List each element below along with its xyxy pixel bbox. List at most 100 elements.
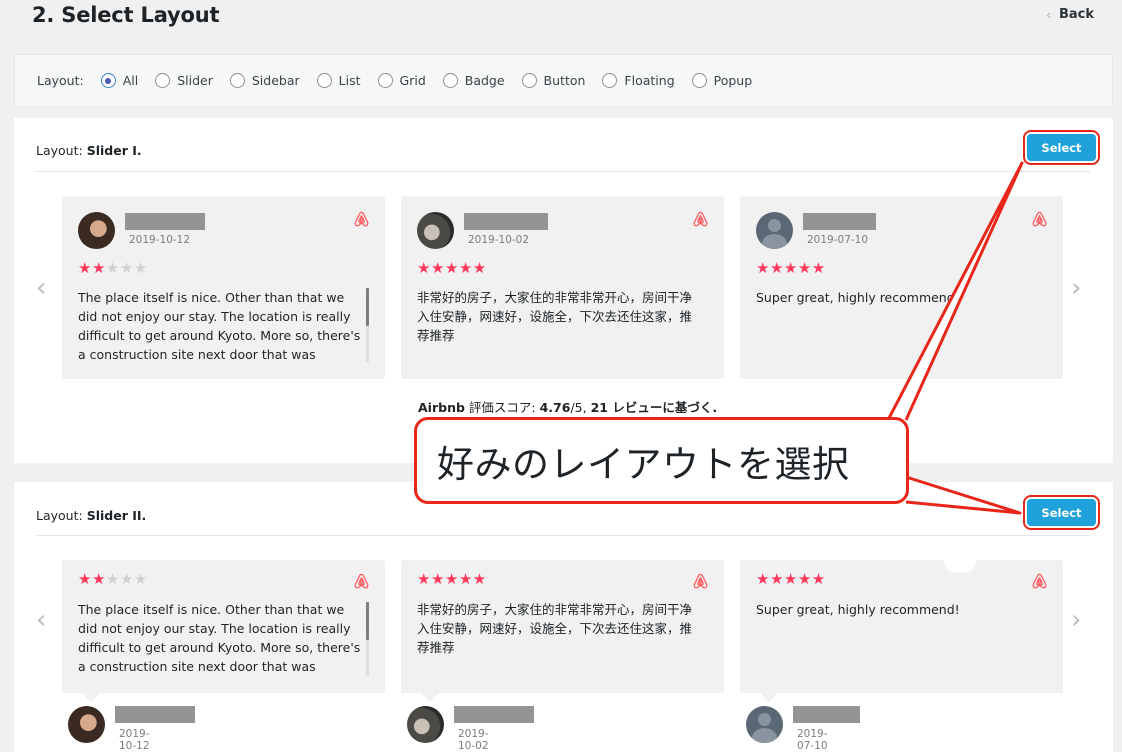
avatar-placeholder — [746, 706, 783, 743]
filter-option-list[interactable]: List — [316, 73, 361, 88]
rating-suffix: レビューに基づく. — [607, 400, 718, 415]
airbnb-icon — [1032, 211, 1047, 227]
airbnb-icon — [693, 211, 708, 227]
review-card: 2019-07-10 ★★★★★ Super great, highly rec… — [740, 196, 1063, 379]
review-text: The place itself is nice. Other than tha… — [78, 290, 361, 362]
filter-option-label: Grid — [399, 73, 426, 88]
filter-option-label: Floating — [624, 73, 675, 88]
avatar-placeholder — [756, 212, 793, 249]
reviewer-name-redacted — [125, 213, 205, 230]
rating-out-of: /5, — [570, 400, 591, 415]
avatar — [78, 212, 115, 249]
review-date: 2019-10-02 — [468, 234, 530, 246]
filter-option-popup[interactable]: Popup — [691, 73, 753, 88]
filter-option-sidebar[interactable]: Sidebar — [229, 73, 300, 88]
rating-summary: Airbnb 評価スコア: 4.76/5, 21 レビューに基づく. — [418, 397, 717, 416]
reviewer-name-redacted — [803, 213, 876, 230]
filter-option-label: Sidebar — [251, 73, 300, 88]
rating-brand: Airbnb — [418, 400, 465, 415]
radio-grid[interactable] — [377, 73, 393, 88]
back-link[interactable]: ‹ Back — [1046, 7, 1094, 22]
review-text: The place itself is nice. Other than tha… — [78, 602, 361, 674]
radio-list[interactable] — [316, 73, 332, 88]
filter-option-button[interactable]: Button — [521, 73, 585, 88]
avatar — [417, 212, 454, 249]
filter-option-label: Slider — [177, 73, 213, 88]
star-rating: ★★★★★ — [417, 570, 487, 588]
radio-floating[interactable] — [602, 73, 618, 88]
review-text: 非常好的房子，大家住的非常非常开心，房间干净入住安静，网速好，设施全，下次去还住… — [417, 602, 693, 655]
review-card: 2019-10-12 ★★★★★ The place itself is nic… — [62, 196, 385, 379]
review-date: 2019-10-12 — [129, 234, 191, 246]
star-rating: ★★★★★ — [417, 259, 487, 277]
star-rating: ★★★★★ — [756, 570, 826, 588]
radio-popup[interactable] — [691, 73, 707, 88]
page-title: 2. Select Layout — [32, 3, 220, 27]
review-card: ★★★★★ 非常好的房子，大家住的非常非常开心，房间干净入住安静，网速好，设施全… — [401, 560, 724, 693]
airbnb-icon — [354, 573, 369, 589]
card-tail — [760, 693, 778, 702]
scrollbar[interactable] — [366, 288, 369, 326]
callout-annotation: 好みのレイアウトを選択 — [414, 417, 909, 504]
rating-count: 21 — [590, 400, 608, 415]
reviewer-name-redacted — [115, 706, 195, 723]
review-date: 2019-10-02 — [458, 728, 489, 752]
star-rating: ★★★★★ — [78, 259, 148, 277]
airbnb-icon — [1032, 573, 1047, 589]
radio-button[interactable] — [521, 73, 537, 88]
slider-prev-arrow[interactable]: ‹ — [36, 605, 46, 635]
panel-label-name: Slider I. — [86, 143, 142, 158]
avatar — [407, 706, 444, 743]
review-card: ★★★★★ The place itself is nice. Other th… — [62, 560, 385, 693]
filter-option-all[interactable]: All — [100, 73, 139, 88]
callout-text: 好みのレイアウトを選択 — [437, 442, 850, 486]
reviewer-name-redacted — [793, 706, 860, 723]
filter-option-grid[interactable]: Grid — [377, 73, 426, 88]
radio-badge[interactable] — [442, 73, 458, 88]
review-card: 2019-10-02 ★★★★★ 非常好的房子，大家住的非常非常开心，房间干净入… — [401, 196, 724, 379]
rating-label: 評価スコア: — [464, 400, 540, 415]
panel-label-prefix: Layout: — [36, 143, 83, 158]
filter-option-slider[interactable]: Slider — [155, 73, 213, 88]
filter-option-label: List — [338, 73, 361, 88]
airbnb-icon — [693, 573, 708, 589]
panel-label-prefix: Layout: — [36, 508, 83, 523]
filter-option-floating[interactable]: Floating — [602, 73, 675, 88]
slider-next-arrow[interactable]: › — [1071, 273, 1081, 303]
filter-option-label: Badge — [464, 73, 505, 88]
card-tail — [421, 693, 439, 702]
review-text: Super great, highly recommend! — [756, 602, 960, 617]
reviewer-name-redacted — [454, 706, 534, 723]
panel-label-name: Slider II. — [86, 508, 147, 523]
panel-label: Layout: Slider II. — [36, 508, 146, 523]
divider — [36, 535, 1090, 536]
filter-option-label: All — [122, 73, 139, 88]
avatar — [68, 706, 105, 743]
select-button[interactable]: Select — [1023, 495, 1100, 530]
reviewer-name-redacted — [464, 213, 548, 230]
layout-panel-slider-2: Layout: Slider II. Select ‹ › ★★★★★ The … — [14, 482, 1113, 752]
panel-label: Layout: Slider I. — [36, 143, 142, 158]
star-rating: ★★★★★ — [78, 570, 148, 588]
airbnb-icon — [354, 211, 369, 227]
scrollbar[interactable] — [366, 602, 369, 640]
filter-option-label: Popup — [713, 73, 753, 88]
slider-next-arrow[interactable]: › — [1071, 605, 1081, 635]
radio-all[interactable] — [100, 73, 116, 88]
divider — [36, 171, 1090, 172]
slider-prev-arrow[interactable]: ‹ — [36, 273, 46, 303]
review-date: 2019-07-10 — [797, 728, 828, 752]
review-text: 非常好的房子，大家住的非常非常开心，房间干净入住安静，网速好，设施全，下次去还住… — [417, 290, 693, 343]
filter-option-badge[interactable]: Badge — [442, 73, 505, 88]
review-date: 2019-07-10 — [807, 234, 869, 246]
back-label: Back — [1058, 7, 1094, 22]
radio-sidebar[interactable] — [229, 73, 245, 88]
rating-score: 4.76 — [539, 400, 571, 415]
review-card: ★★★★★ Super great, highly recommend! — [740, 560, 1063, 693]
layout-filter-bar: Layout: All Slider Sidebar List Grid Bad… — [14, 54, 1113, 107]
chevron-left-icon: ‹ — [1046, 7, 1051, 22]
layout-panel-slider-1: Layout: Slider I. Select ‹ › 2019-10-12 … — [14, 118, 1113, 463]
review-date: 2019-10-12 — [119, 728, 150, 752]
radio-slider[interactable] — [155, 73, 171, 88]
select-button[interactable]: Select — [1023, 130, 1100, 165]
